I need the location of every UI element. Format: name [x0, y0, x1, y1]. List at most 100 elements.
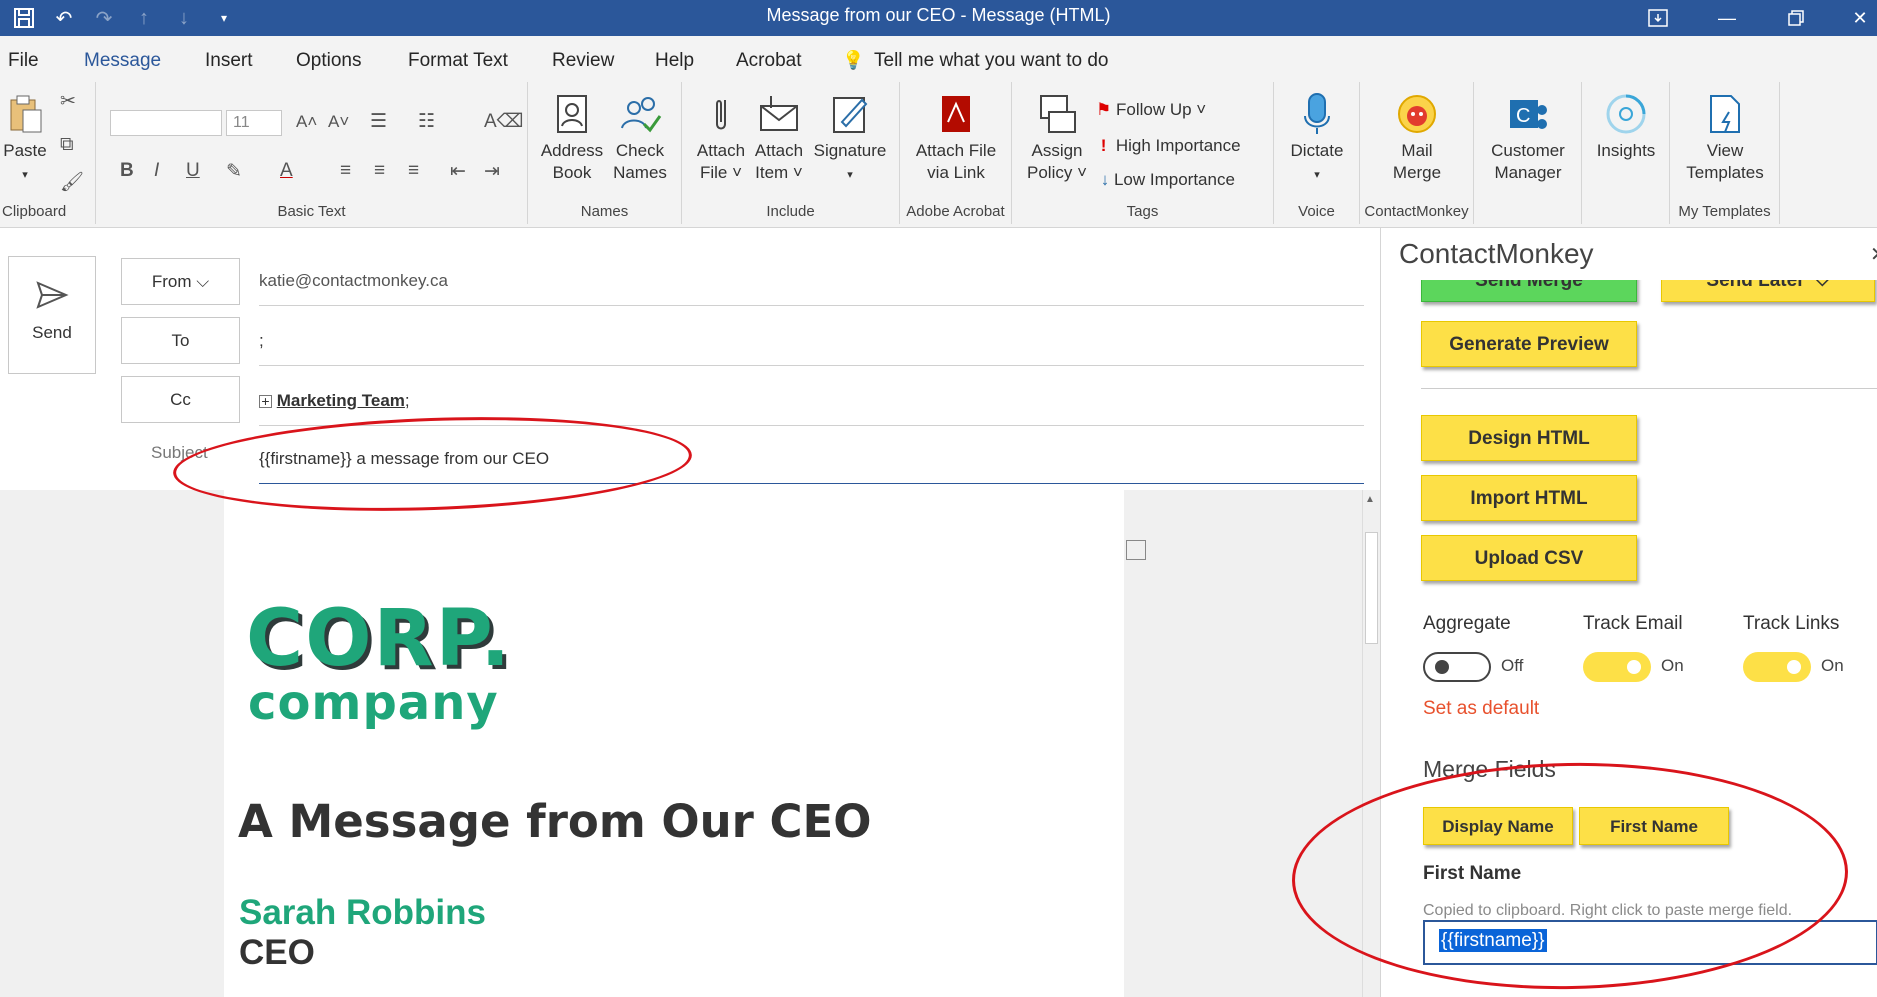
mail-merge-label-2: Merge	[1392, 163, 1442, 182]
track-email-toggle[interactable]	[1583, 652, 1651, 682]
aggregate-toggle[interactable]	[1423, 652, 1491, 682]
menu-help[interactable]: Help	[655, 50, 694, 72]
email-page[interactable]: CORP. company A Message from Our CEO Sar…	[224, 490, 1146, 997]
view-templates-button[interactable]: View Templates	[1674, 92, 1776, 184]
to-button[interactable]: To	[121, 317, 240, 364]
from-label: From	[151, 272, 192, 291]
generate-preview-button[interactable]: Generate Preview	[1421, 321, 1637, 367]
cut-icon[interactable]: ✂	[60, 90, 76, 113]
group-insights: Insights	[1582, 82, 1670, 224]
paste-button[interactable]: Paste ▾	[0, 92, 50, 186]
numbering-icon[interactable]: ☷	[418, 110, 435, 133]
check-names-button[interactable]: Check Names	[608, 92, 672, 184]
group-include: Attach File ˅ Attach Item ˅ Signature ▾ Inc…	[682, 82, 900, 224]
envelope-attach-icon	[760, 96, 798, 131]
set-as-default-link[interactable]: Set as default	[1423, 698, 1539, 720]
checkbox[interactable]	[1126, 540, 1146, 560]
restore-icon[interactable]	[1766, 0, 1826, 36]
upload-csv-button[interactable]: Upload CSV	[1421, 535, 1637, 581]
tags-group-label: Tags	[1126, 203, 1159, 220]
insights-label: Insights	[1596, 141, 1656, 160]
font-color-icon[interactable]: A	[280, 160, 293, 182]
shrink-font-icon[interactable]: A˅	[328, 112, 349, 132]
dictate-button[interactable]: Dictate ▾	[1280, 92, 1354, 186]
insights-button[interactable]: Insights	[1586, 92, 1666, 162]
email-heading: A Message from Our CEO	[238, 795, 872, 848]
pane-close-icon[interactable]: ✕	[1870, 242, 1877, 267]
format-painter-icon[interactable]: 🖌	[60, 170, 84, 194]
basic-text-group-label: Basic Text	[277, 203, 346, 220]
title-bar: ↶ ↷ ↑ ↓ ▾ Message from our CEO - Message…	[0, 0, 1877, 36]
scrollbar-thumb[interactable]	[1365, 532, 1378, 644]
logo-corp: CORP.	[246, 594, 513, 684]
expand-group-icon[interactable]: +	[259, 394, 272, 409]
menu-insert[interactable]: Insert	[205, 50, 253, 72]
from-button[interactable]: From ⌵	[121, 258, 240, 305]
align-left-icon[interactable]: ≡	[340, 160, 351, 182]
highlight-icon[interactable]: ✎	[226, 160, 242, 183]
bullets-icon[interactable]: ☰	[370, 110, 387, 133]
from-field[interactable]: katie@contactmonkey.ca	[259, 256, 1364, 306]
italic-icon[interactable]: I	[154, 160, 159, 182]
cc-recipient[interactable]: Marketing Team	[277, 391, 405, 410]
font-name-select[interactable]	[110, 110, 222, 136]
copy-icon[interactable]: ⧉	[60, 134, 74, 156]
customer-manager-label-2: Manager	[1494, 163, 1562, 182]
attach-item-button[interactable]: Attach Item ˅	[752, 92, 806, 184]
signature-button[interactable]: Signature ▾	[808, 92, 892, 186]
import-html-button[interactable]: Import HTML	[1421, 475, 1637, 521]
scroll-up-icon[interactable]: ▲	[1365, 494, 1375, 505]
menu-file[interactable]: File	[8, 50, 39, 72]
send-later-button[interactable]: Send Later ⌵	[1661, 280, 1875, 302]
send-button[interactable]: Send	[8, 256, 96, 374]
menu-options[interactable]: Options	[296, 50, 361, 72]
close-icon[interactable]: ✕	[1830, 0, 1877, 36]
menu-review[interactable]: Review	[552, 50, 614, 72]
bold-icon[interactable]: B	[120, 160, 134, 182]
menu-message[interactable]: Message	[84, 50, 162, 81]
increase-indent-icon[interactable]: ⇥	[484, 160, 500, 183]
group-clipboard: Paste ▾ ✂ ⧉ 🖌 Clipboard	[0, 82, 96, 224]
tell-me-search[interactable]: Tell me what you want to do	[874, 50, 1108, 72]
font-size-select[interactable]: 11	[226, 110, 282, 136]
clear-formatting-icon[interactable]: A⌫	[484, 110, 524, 133]
follow-up-button[interactable]: ⚑ Follow Up ˅	[1096, 100, 1206, 120]
align-center-icon[interactable]: ≡	[374, 160, 385, 182]
cc-button[interactable]: Cc	[121, 376, 240, 423]
view-templates-label-2: Templates	[1686, 163, 1764, 182]
minimize-icon[interactable]: —	[1697, 0, 1757, 36]
group-tags: Assign Policy ˅ ⚑ Follow Up ˅ ! High Impo…	[1012, 82, 1274, 224]
paste-label: Paste	[3, 141, 47, 160]
check-names-label-1: Check	[615, 141, 665, 160]
group-contactmonkey: Mail Merge ContactMonkey	[1360, 82, 1474, 224]
track-links-toggle[interactable]	[1743, 652, 1811, 682]
menu-acrobat[interactable]: Acrobat	[736, 50, 801, 72]
assign-policy-button[interactable]: Assign Policy ˅	[1020, 92, 1094, 184]
mail-merge-button[interactable]: Mail Merge	[1380, 92, 1454, 184]
attach-item-label-1: Attach	[754, 141, 804, 160]
address-book-button[interactable]: Address Book	[540, 92, 604, 184]
down-arrow-icon: ↓	[1096, 170, 1110, 189]
adobe-acrobat-group-label: Adobe Acrobat	[906, 203, 1005, 220]
to-field[interactable]: ;	[259, 316, 1364, 366]
high-importance-label: High Importance	[1115, 136, 1241, 155]
send-merge-button[interactable]: Send Merge	[1421, 280, 1637, 302]
attach-file-via-link-button[interactable]: Attach File via Link	[904, 92, 1008, 184]
customer-manager-label-1: Customer	[1491, 141, 1565, 160]
group-voice: Dictate ▾ Voice	[1274, 82, 1360, 224]
align-right-icon[interactable]: ≡	[408, 160, 419, 182]
signature-icon	[833, 97, 868, 133]
low-importance-button[interactable]: ↓ Low Importance	[1096, 170, 1235, 190]
decrease-indent-icon[interactable]: ⇤	[450, 160, 466, 183]
high-importance-button[interactable]: ! High Importance	[1096, 136, 1241, 156]
design-html-button[interactable]: Design HTML	[1421, 415, 1637, 461]
include-group-label: Include	[766, 203, 815, 220]
underline-icon[interactable]: U	[186, 160, 200, 182]
assign-policy-label-2: Policy ˅	[1027, 163, 1087, 182]
toggle-knob	[1627, 660, 1641, 674]
menu-format-text[interactable]: Format Text	[408, 50, 508, 72]
customer-manager-button[interactable]: C Customer Manager	[1478, 92, 1578, 184]
ribbon-display-icon[interactable]	[1628, 0, 1688, 36]
grow-font-icon[interactable]: A˄	[296, 112, 317, 132]
attach-file-button[interactable]: Attach File ˅	[694, 92, 748, 184]
